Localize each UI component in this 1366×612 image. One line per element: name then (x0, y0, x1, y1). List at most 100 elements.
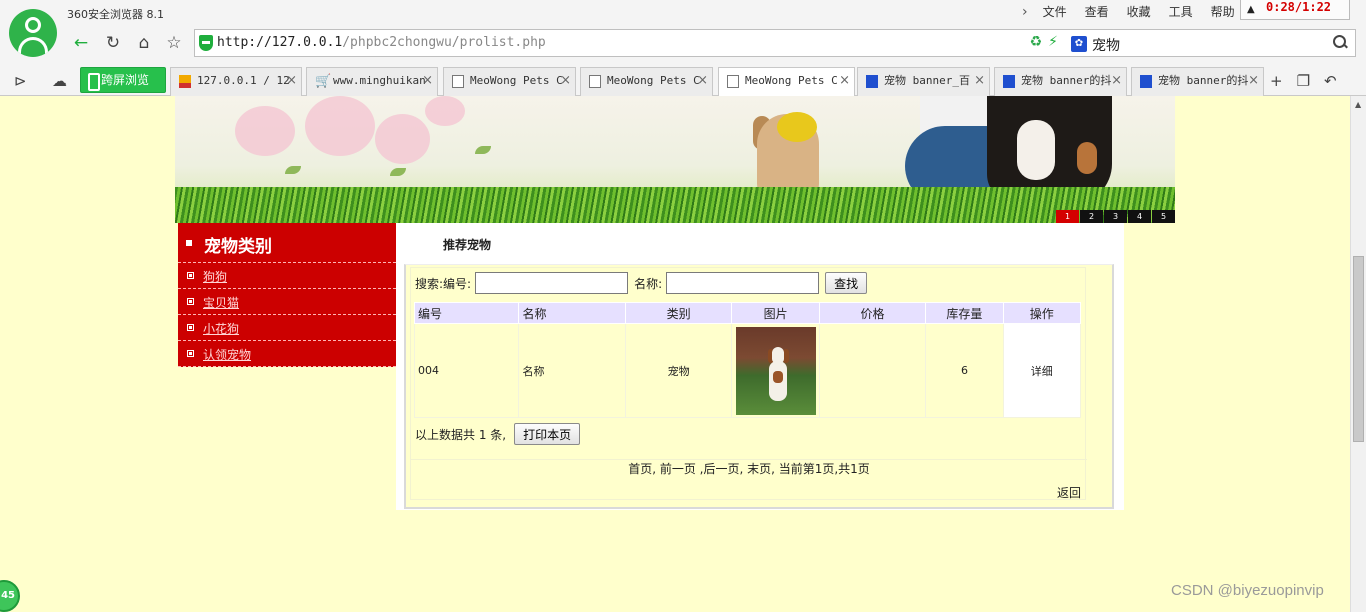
search-name-input[interactable] (666, 272, 820, 294)
back-link[interactable]: 返回 (1057, 484, 1081, 501)
slide-dot-1[interactable]: 1 (1056, 210, 1079, 223)
tab-phpmyadmin[interactable]: 127.0.0.1 / 12 × (170, 67, 302, 96)
baidu-paw-icon[interactable]: ✿ (1071, 36, 1087, 52)
slide-dot-5[interactable]: 5 (1152, 210, 1175, 223)
back-arrow-icon[interactable]: ← (70, 33, 92, 53)
undo-close-icon[interactable]: ↶ (1324, 72, 1337, 90)
scrollbar-thumb[interactable] (1353, 256, 1364, 442)
search-icon[interactable] (1333, 35, 1347, 49)
close-icon[interactable]: × (839, 68, 850, 94)
col-header-action: 操作 (1002, 302, 1082, 324)
slide-dot-2[interactable]: 2 (1080, 210, 1103, 223)
sidebar-item-dogs[interactable]: 狗狗 (178, 263, 396, 289)
square-bullet-icon (187, 324, 194, 331)
menu-file[interactable]: 文件 (1034, 3, 1076, 20)
user-avatar-icon[interactable] (9, 9, 57, 57)
shirt-icon: ▲ (1247, 4, 1255, 15)
sidebar-title: 宠物类别 (204, 237, 272, 257)
sidebar-item-adopt[interactable]: 认领宠物 (178, 341, 396, 367)
tab-meowong-2[interactable]: MeoWong Pets C × (580, 67, 713, 96)
col-header-price: 价格 (818, 302, 927, 324)
menu-view[interactable]: 查看 (1076, 3, 1118, 20)
cell-stock: 6 (925, 323, 1004, 418)
pagination[interactable]: 首页, 前一页 ,后一页, 末页, 当前第1页,共1页 (411, 459, 1087, 477)
slide-dot-3[interactable]: 3 (1104, 210, 1127, 223)
col-header-category: 类别 (624, 302, 733, 324)
print-page-button[interactable]: 打印本页 (514, 423, 581, 445)
scroll-up-arrow-icon[interactable]: ▲ (1355, 100, 1361, 109)
recording-timer: 0:28/1:22 (1266, 0, 1332, 14)
address-bar-actions: ♻ ⚡ (1030, 34, 1058, 50)
browser-menu-bar: › 文件 查看 收藏 工具 帮助 (1018, 3, 1244, 20)
address-bar[interactable]: http://127.0.0.1/phpbc2chongwu/prolist.p… (194, 29, 1129, 57)
close-icon[interactable]: × (1111, 68, 1122, 94)
recycle-icon[interactable]: ♻ (1030, 34, 1043, 50)
close-icon[interactable]: × (697, 68, 708, 94)
browser-chrome: 360安全浏览器 8.1 › 文件 查看 收藏 工具 帮助 ▲ 0:28/1:2… (0, 0, 1366, 97)
table-row: 004 名称 宠物 6 详细 (413, 323, 1082, 418)
cell-image (731, 323, 820, 418)
baidu-paw-icon (1140, 75, 1152, 88)
baidu-paw-icon (866, 75, 878, 88)
url-text[interactable]: http://127.0.0.1/phpbc2chongwu/prolist.p… (217, 35, 546, 50)
security-shield-icon (199, 35, 213, 51)
lightning-icon[interactable]: ⚡ (1048, 34, 1058, 50)
banner-slide-indicators: 1 2 3 4 5 (1055, 210, 1175, 223)
baidu-paw-icon (1003, 75, 1015, 88)
slide-dot-4[interactable]: 4 (1128, 210, 1151, 223)
col-header-stock: 库存量 (925, 302, 1004, 324)
menu-tools[interactable]: 工具 (1160, 3, 1202, 20)
sidebar-item-cats[interactable]: 宝贝猫 (178, 289, 396, 315)
search-id-input[interactable] (475, 272, 629, 294)
tab-bar: ⊳ ☁ 跨屏浏览 127.0.0.1 / 12 × 🛒 www.minghuik… (0, 66, 1366, 97)
cell-price (818, 323, 927, 418)
star-icon[interactable]: ☆ (163, 33, 185, 53)
floating-badge[interactable]: 45 (0, 580, 20, 612)
menu-help[interactable]: 帮助 (1202, 3, 1244, 20)
cloud-icon[interactable]: ☁ (52, 72, 67, 90)
tab-list-icon[interactable]: ❐ (1297, 72, 1310, 90)
record-summary: 以上数据共 1 条, 打印本页 (415, 423, 581, 445)
search-input[interactable]: 宠物 (1092, 35, 1120, 55)
tab-meowong-1[interactable]: MeoWong Pets C × (443, 67, 576, 96)
close-icon[interactable]: × (974, 68, 985, 94)
split-view-button[interactable]: 跨屏浏览 (80, 67, 166, 93)
search-box[interactable]: ✿ 宠物 (1066, 29, 1356, 57)
sidebar-toggle-icon[interactable]: ⊳ (14, 72, 27, 90)
find-button[interactable]: 查找 (825, 272, 868, 294)
summary-text: 以上数据共 1 条, (415, 427, 507, 442)
tab-banner-baidu[interactable]: 宠物 banner_百 × (857, 67, 990, 96)
page-icon (589, 75, 601, 88)
chevron-right-icon[interactable]: › (1018, 4, 1034, 20)
close-icon[interactable]: × (560, 68, 571, 94)
col-header-name: 名称 (518, 302, 626, 324)
col-header-id: 编号 (413, 302, 520, 324)
tab-tools: + ❐ ↶ (1270, 72, 1337, 90)
csdn-watermark: CSDN @biyezuopinvip (1171, 582, 1324, 599)
close-icon[interactable]: × (422, 68, 433, 94)
cart-icon: 🛒 (315, 74, 332, 89)
table-header-row: 编号 名称 类别 图片 价格 库存量 操作 (413, 302, 1082, 324)
detail-link[interactable]: 详细 (1002, 323, 1082, 418)
close-icon[interactable]: × (286, 68, 297, 94)
pet-photo-dog[interactable] (735, 326, 816, 415)
search-name-label: 名称: (634, 276, 663, 291)
menu-favorites[interactable]: 收藏 (1118, 3, 1160, 20)
tab-meowong-active[interactable]: MeoWong Pets C × (718, 67, 855, 97)
close-icon[interactable]: × (1248, 68, 1259, 94)
product-list-panel: 搜索:编号: 名称: 查找 编号 名称 类别 图片 价格 库存量 操作 004 … (404, 264, 1114, 509)
page-icon (452, 75, 464, 88)
home-icon[interactable]: ⌂ (133, 33, 155, 53)
col-header-image: 图片 (731, 302, 820, 324)
browser-title: 360安全浏览器 8.1 (67, 8, 164, 21)
page-title: 推荐宠物 (443, 238, 492, 252)
tab-minghuikan[interactable]: 🛒 www.minghuikan × (306, 67, 438, 96)
phpmyadmin-icon (179, 75, 191, 88)
sidebar-item-spotted-dog[interactable]: 小花狗 (178, 315, 396, 341)
new-tab-plus-icon[interactable]: + (1270, 72, 1283, 90)
refresh-icon[interactable]: ↻ (102, 33, 124, 53)
tab-banner-2[interactable]: 宠物 banner的抖 × (994, 67, 1127, 96)
tab-banner-3[interactable]: 宠物 banner的抖 × (1131, 67, 1264, 96)
navigation-toolbar: ← ↻ ⌂ ☆ http://127.0.0.1/phpbc2chongwu/p… (66, 29, 1356, 57)
page-scrollbar[interactable]: ▲ (1350, 96, 1366, 612)
